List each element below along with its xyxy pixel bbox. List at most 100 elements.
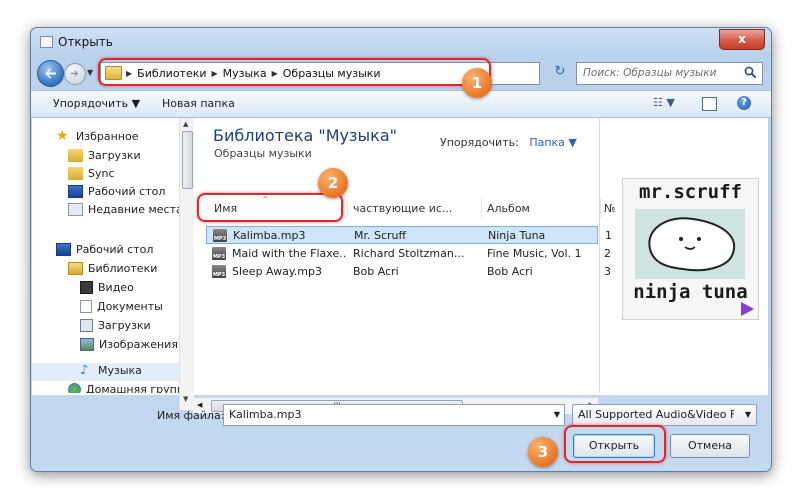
nav-recent[interactable]: Недавние места bbox=[68, 203, 183, 216]
nav-libraries-label: Библиотеки bbox=[88, 262, 158, 275]
organize-menu[interactable]: Упорядочить ▼ bbox=[53, 97, 140, 110]
filename-dropdown-icon[interactable]: ▼ bbox=[554, 410, 560, 419]
documents-icon bbox=[80, 300, 92, 313]
nav-documents[interactable]: Документы bbox=[80, 300, 163, 313]
file-row[interactable]: MP3 Maid with the Flaxe... Richard Stolt… bbox=[206, 245, 611, 263]
library-subtitle: Образцы музыки bbox=[214, 147, 312, 160]
column-album[interactable]: Альбом bbox=[487, 202, 530, 215]
highlight-address-bar bbox=[98, 58, 491, 86]
column-artists[interactable]: частвующие ис... bbox=[353, 202, 481, 215]
file-album: Ninja Tuna bbox=[488, 229, 546, 242]
nav-scroll-thumb[interactable] bbox=[182, 131, 193, 189]
nav-sync-label: Sync bbox=[88, 167, 115, 180]
help-icon[interactable]: ? bbox=[737, 96, 751, 110]
desktop-icon bbox=[68, 185, 83, 198]
history-dropdown-icon[interactable]: ▼ bbox=[87, 68, 93, 77]
change-view-icon[interactable]: ☷ ▼ bbox=[653, 96, 675, 109]
refresh-icon: ↻ bbox=[554, 64, 566, 79]
nav-vertical-scrollbar[interactable]: ▲ ▼ bbox=[179, 118, 194, 410]
preview-pane: mr.scruff ninja tuna bbox=[599, 118, 769, 393]
dialog-icon bbox=[40, 36, 53, 48]
images-icon bbox=[80, 338, 94, 351]
file-type-value: All Supported Audio&Video Files bbox=[578, 408, 734, 421]
nav-downloads[interactable]: Загрузки bbox=[68, 149, 141, 162]
nav-music-label: Музыка bbox=[98, 364, 142, 377]
homegroup-icon bbox=[68, 383, 81, 393]
search-input[interactable]: Поиск: Образцы музыки bbox=[576, 62, 763, 85]
nav-video-label: Видео bbox=[98, 281, 134, 294]
nav-desktop[interactable]: Рабочий стол bbox=[68, 185, 165, 198]
nav-music[interactable]: ♪ Музыка bbox=[80, 364, 142, 377]
column-divider[interactable] bbox=[347, 198, 348, 218]
album-art-top-text: mr.scruff bbox=[639, 181, 742, 203]
refresh-button[interactable]: ↻ bbox=[551, 64, 569, 82]
filename-field[interactable]: Kalimba.mp3 ▼ bbox=[223, 404, 565, 426]
title-bar: Открыть x bbox=[31, 28, 771, 56]
file-row[interactable]: MP3 Sleep Away.mp3 Bob Acri Bob Acri 3 bbox=[206, 263, 611, 281]
nav-documents-label: Документы bbox=[97, 300, 163, 313]
mp3-file-icon: MP3 bbox=[212, 265, 226, 278]
command-bar: Упорядочить ▼ Новая папка ☷ ▼ ? bbox=[31, 90, 771, 118]
nav-homegroup-label: Домашняя группа bbox=[86, 383, 189, 393]
nav-recent-label: Недавние места bbox=[88, 203, 183, 216]
nav-favorites-label: Избранное bbox=[76, 130, 139, 143]
file-artist: Richard Stoltzman... bbox=[353, 247, 465, 260]
file-artist: Bob Acri bbox=[353, 265, 399, 278]
nav-downloads-label: Загрузки bbox=[88, 149, 141, 162]
music-note-icon: ♪ bbox=[80, 363, 89, 378]
new-folder-button[interactable]: Новая папка bbox=[162, 97, 235, 110]
nav-downloads-lib[interactable]: Загрузки bbox=[80, 319, 151, 332]
step-badge-3: 3 bbox=[528, 437, 558, 467]
play-icon[interactable] bbox=[739, 301, 755, 317]
mp3-file-icon: MP3 bbox=[213, 229, 227, 242]
dialog-title: Открыть bbox=[58, 35, 113, 49]
file-type-dropdown-icon: ▼ bbox=[744, 410, 751, 419]
nav-video[interactable]: Видео bbox=[80, 281, 134, 294]
forward-button[interactable] bbox=[64, 63, 86, 85]
nav-desktop-root[interactable]: Рабочий стол bbox=[56, 243, 153, 256]
album-art-blob bbox=[635, 209, 745, 279]
highlight-kalimba-file bbox=[197, 193, 343, 222]
album-art: mr.scruff ninja tuna bbox=[622, 178, 759, 320]
nav-sync[interactable]: Sync bbox=[68, 167, 115, 180]
arrange-label: Упорядочить: bbox=[440, 136, 519, 149]
filename-value: Kalimba.mp3 bbox=[229, 408, 302, 421]
nav-libraries[interactable]: Библиотеки bbox=[68, 262, 157, 275]
desktop-icon bbox=[56, 243, 71, 256]
highlight-open-button bbox=[564, 425, 666, 463]
column-divider[interactable] bbox=[481, 198, 482, 218]
preview-pane-icon[interactable] bbox=[702, 97, 717, 111]
search-placeholder: Поиск: Образцы музыки bbox=[583, 67, 717, 79]
step-badge-2: 2 bbox=[318, 168, 348, 198]
file-name: Sleep Away.mp3 bbox=[232, 265, 323, 278]
recent-places-icon bbox=[68, 203, 83, 216]
file-artist: Mr. Scruff bbox=[354, 229, 407, 242]
nav-homegroup[interactable]: Домашняя группа bbox=[68, 383, 189, 393]
nav-desktop-label: Рабочий стол bbox=[88, 185, 166, 198]
sync-folder-icon bbox=[68, 167, 83, 180]
nav-images-label: Изображения bbox=[99, 338, 178, 351]
mp3-file-icon: MP3 bbox=[212, 247, 226, 260]
step-badge-1: 1 bbox=[462, 68, 492, 98]
open-file-dialog: Открыть x ▼ ▶ Библиотеки ▶ Музыка ▶ Обра… bbox=[30, 27, 772, 472]
video-icon bbox=[80, 281, 93, 294]
downloads-icon bbox=[80, 319, 93, 332]
nav-favorites[interactable]: ★ Избранное bbox=[56, 128, 139, 144]
arrow-right-icon bbox=[70, 70, 79, 77]
filename-label: Имя файла: bbox=[157, 409, 225, 422]
file-name: Maid with the Flaxe... bbox=[232, 247, 347, 260]
search-icon[interactable] bbox=[744, 66, 757, 79]
scroll-up-icon[interactable]: ▲ bbox=[183, 120, 188, 128]
nav-images[interactable]: Изображения bbox=[80, 338, 178, 351]
file-row[interactable]: MP3 Kalimba.mp3 Mr. Scruff Ninja Tuna 1 bbox=[206, 226, 612, 244]
back-button[interactable] bbox=[37, 60, 64, 87]
star-icon: ★ bbox=[56, 128, 69, 144]
arrange-value[interactable]: Папка ▼ bbox=[529, 136, 577, 149]
nav-downloads-lib-label: Загрузки bbox=[98, 319, 151, 332]
close-button[interactable]: x bbox=[719, 29, 765, 50]
arrange-by[interactable]: Упорядочить: Папка ▼ bbox=[440, 136, 577, 149]
file-type-select[interactable]: All Supported Audio&Video Files ▼ bbox=[572, 404, 757, 426]
file-name: Kalimba.mp3 bbox=[233, 229, 306, 242]
cancel-button[interactable]: Отмена bbox=[670, 434, 750, 458]
content-area: ★ Избранное Загрузки Sync Рабочий стол Н… bbox=[32, 118, 769, 414]
